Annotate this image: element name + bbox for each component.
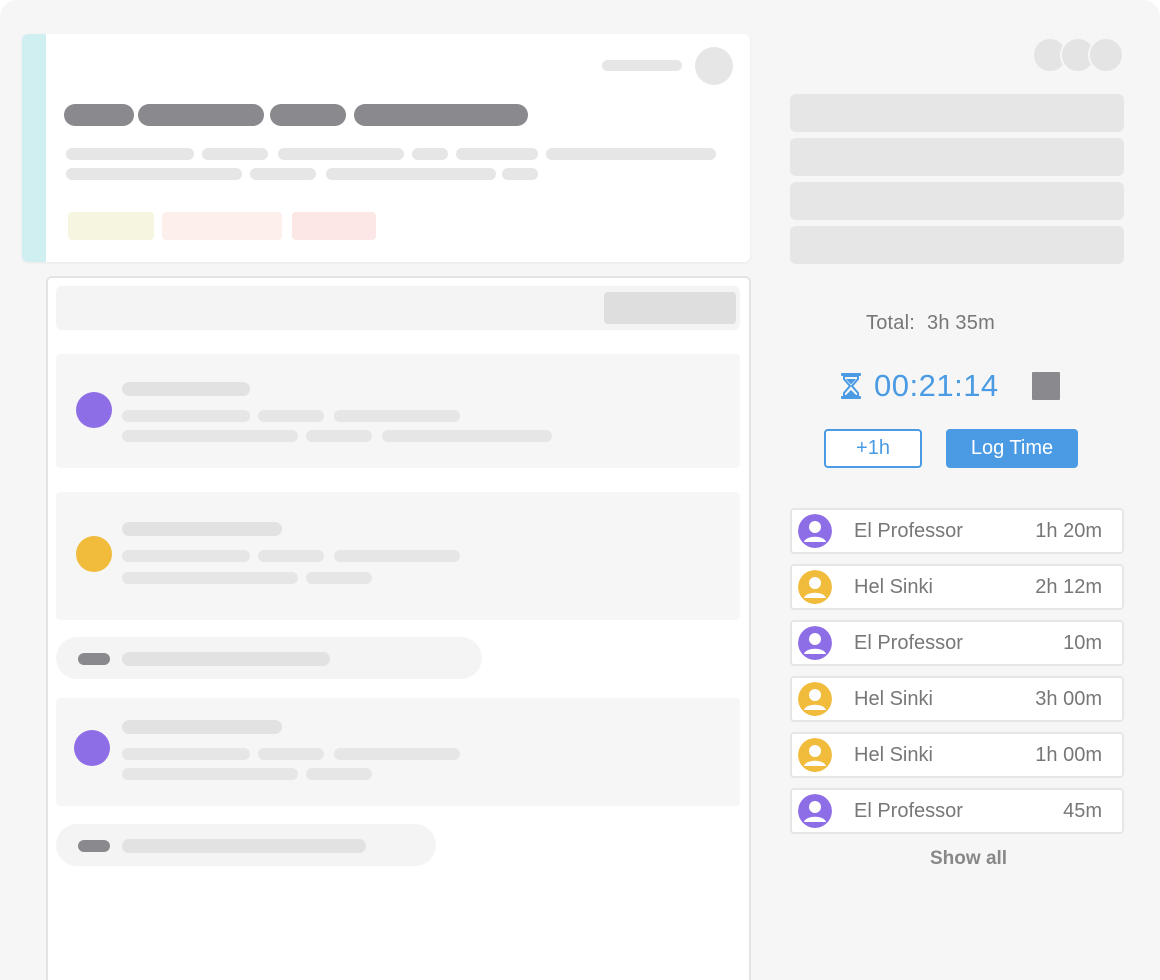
hourglass-icon bbox=[841, 373, 861, 399]
show-all-link[interactable]: Show all bbox=[930, 848, 1007, 870]
issue-meta-placeholder bbox=[602, 60, 682, 71]
total-label: Total: bbox=[866, 312, 916, 334]
comment-composer-placeholder[interactable] bbox=[56, 286, 740, 330]
comment-text-placeholder bbox=[122, 550, 250, 562]
avatar[interactable] bbox=[74, 730, 110, 766]
comment-text-placeholder bbox=[306, 430, 372, 442]
entry-duration: 1h 00m bbox=[1035, 744, 1102, 766]
comment-text-placeholder bbox=[306, 572, 372, 584]
issue-text-placeholder bbox=[326, 168, 496, 180]
label-tag[interactable] bbox=[68, 212, 154, 240]
field-placeholder[interactable] bbox=[790, 138, 1124, 176]
timer-value: 00:21:14 bbox=[874, 368, 999, 403]
activity-event bbox=[56, 637, 482, 679]
time-entry[interactable]: El Professor 45m bbox=[790, 788, 1124, 834]
entry-duration: 3h 00m bbox=[1035, 688, 1102, 710]
comment-text-placeholder bbox=[334, 410, 460, 422]
comment-text-placeholder bbox=[122, 410, 250, 422]
user-avatar-icon bbox=[798, 794, 832, 828]
time-entry[interactable]: Hel Sinki 2h 12m bbox=[790, 564, 1124, 610]
comment-item bbox=[56, 698, 740, 806]
entry-user-name: El Professor bbox=[854, 800, 963, 822]
field-placeholder[interactable] bbox=[790, 182, 1124, 220]
time-entry[interactable]: Hel Sinki 3h 00m bbox=[790, 676, 1124, 722]
user-avatar-icon bbox=[798, 570, 832, 604]
label-tag[interactable] bbox=[292, 212, 376, 240]
comment-text-placeholder bbox=[122, 748, 250, 760]
stop-icon[interactable] bbox=[1032, 372, 1060, 400]
running-timer: 00:21:14 bbox=[840, 365, 999, 407]
entry-user-name: Hel Sinki bbox=[854, 576, 933, 598]
add-one-hour-button[interactable]: +1h bbox=[824, 429, 922, 468]
comment-text-placeholder bbox=[382, 430, 552, 442]
issue-text-placeholder bbox=[278, 148, 404, 160]
entry-user-name: El Professor bbox=[854, 520, 963, 542]
assignee-avatar-placeholder[interactable] bbox=[695, 47, 733, 85]
event-text-placeholder bbox=[122, 652, 330, 666]
activity-event bbox=[56, 824, 436, 866]
comment-text-placeholder bbox=[258, 748, 324, 760]
comment-text-placeholder bbox=[258, 410, 324, 422]
app-frame: Total: 3h 35m 00:21:14 +1h Log Time El Pr… bbox=[0, 0, 1160, 980]
issue-text-placeholder bbox=[546, 148, 716, 160]
issue-text-placeholder bbox=[202, 148, 268, 160]
total-time: Total: 3h 35m bbox=[866, 312, 995, 335]
activity-panel bbox=[46, 276, 751, 980]
comment-item bbox=[56, 354, 740, 468]
comment-text-placeholder bbox=[122, 430, 298, 442]
entry-duration: 1h 20m bbox=[1035, 520, 1102, 542]
comment-author-placeholder bbox=[122, 382, 250, 396]
time-entry[interactable]: Hel Sinki 1h 00m bbox=[790, 732, 1124, 778]
event-text-placeholder bbox=[122, 839, 366, 853]
issue-title-placeholder bbox=[138, 104, 264, 126]
issue-title-placeholder bbox=[354, 104, 528, 126]
entry-user-name: Hel Sinki bbox=[854, 744, 933, 766]
comment-text-placeholder bbox=[122, 768, 298, 780]
issue-text-placeholder bbox=[250, 168, 316, 180]
entry-user-name: El Professor bbox=[854, 632, 963, 654]
field-placeholder[interactable] bbox=[790, 226, 1124, 264]
submit-button-placeholder[interactable] bbox=[604, 292, 736, 324]
event-icon-placeholder bbox=[78, 840, 110, 852]
issue-title-placeholder bbox=[64, 104, 134, 126]
user-avatar-icon bbox=[798, 626, 832, 660]
issue-text-placeholder bbox=[456, 148, 538, 160]
comment-text-placeholder bbox=[306, 768, 372, 780]
entry-duration: 45m bbox=[1063, 800, 1102, 822]
user-avatar-icon bbox=[798, 738, 832, 772]
issue-text-placeholder bbox=[412, 148, 448, 160]
label-tag[interactable] bbox=[162, 212, 282, 240]
avatar[interactable] bbox=[76, 392, 112, 428]
user-avatar-icon bbox=[798, 514, 832, 548]
entry-duration: 2h 12m bbox=[1035, 576, 1102, 598]
comment-item bbox=[56, 492, 740, 620]
issue-text-placeholder bbox=[66, 148, 194, 160]
comment-text-placeholder bbox=[334, 748, 460, 760]
event-icon-placeholder bbox=[78, 653, 110, 665]
avatar[interactable] bbox=[76, 536, 112, 572]
comment-author-placeholder bbox=[122, 720, 282, 734]
issue-text-placeholder bbox=[66, 168, 242, 180]
total-value: 3h 35m bbox=[927, 312, 995, 334]
time-entry[interactable]: El Professor 1h 20m bbox=[790, 508, 1124, 554]
watchers-avatar-stack[interactable] bbox=[1032, 37, 1126, 73]
comment-author-placeholder bbox=[122, 522, 282, 536]
issue-card[interactable] bbox=[22, 34, 750, 262]
issue-title-placeholder bbox=[270, 104, 346, 126]
issue-text-placeholder bbox=[502, 168, 538, 180]
comment-text-placeholder bbox=[122, 572, 298, 584]
comment-text-placeholder bbox=[334, 550, 460, 562]
issue-card-accent bbox=[22, 34, 46, 262]
comment-text-placeholder bbox=[258, 550, 324, 562]
user-avatar-icon bbox=[798, 682, 832, 716]
entry-user-name: Hel Sinki bbox=[854, 688, 933, 710]
entry-duration: 10m bbox=[1063, 632, 1102, 654]
field-placeholder[interactable] bbox=[790, 94, 1124, 132]
log-time-button[interactable]: Log Time bbox=[946, 429, 1078, 468]
avatar bbox=[1088, 37, 1124, 73]
time-entry[interactable]: El Professor 10m bbox=[790, 620, 1124, 666]
